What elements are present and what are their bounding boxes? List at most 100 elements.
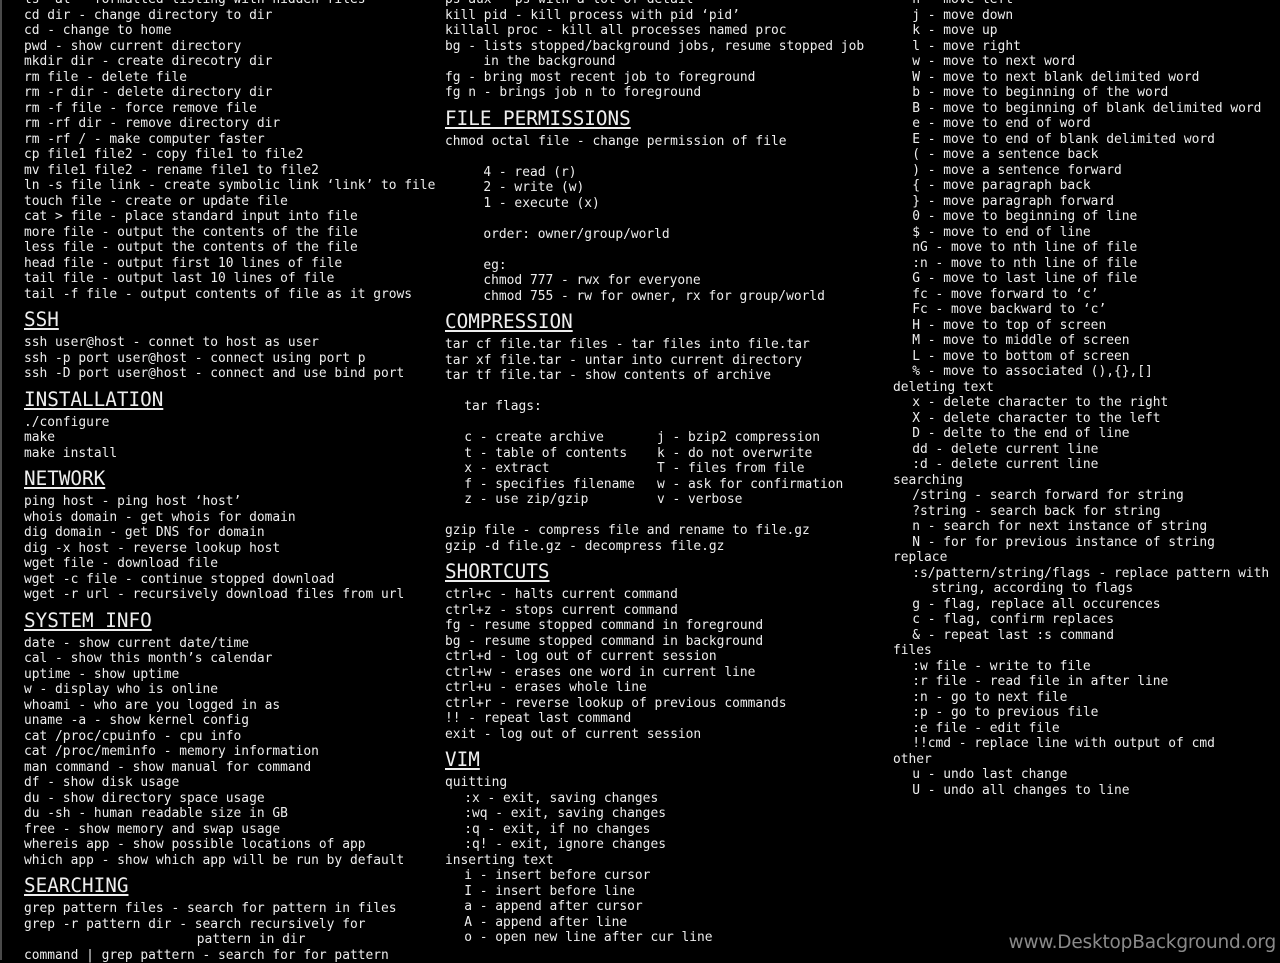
command-line: N - for for previous instance of string [893,535,1269,551]
command-line: bg - resume stopped command in backgroun… [445,634,864,650]
command-line: & - repeat last :s command [893,628,1269,644]
command-line: :p - go to previous file [893,705,1269,721]
command-line: grep -r pattern dir - search recursively… [24,917,435,933]
flag-entry: k - do not overwrite [657,446,812,462]
command-line: uname -a - show kernel config [24,713,435,729]
command-line: make [24,430,435,446]
command-line: ctrl+w - erases one word in current line [445,665,864,681]
command-line: A - append after line [445,915,864,931]
command-line: :e file - edit file [893,721,1269,737]
command-line: ln -s file link - create symbolic link ‘… [24,178,435,194]
command-line: :q - exit, if no changes [445,822,864,838]
command-line: ssh user@host - connet to host as user [24,335,435,351]
command-line: in the background [445,54,864,70]
command-line: E - move to end of blank delimited word [893,132,1269,148]
command-line: df - show disk usage [24,775,435,791]
command-line: rm -rf / - make computer faster [24,132,435,148]
command-line: chmod 755 - rw for owner, rx for group/w… [445,289,864,305]
command-line: pwd - show current directory [24,39,435,55]
watermark: www.DesktopBackground.org [1009,932,1276,953]
command-line: cat > file - place standard input into f… [24,209,435,225]
command-line: searching [893,473,1269,489]
command-line: chmod octal file - change permission of … [445,134,864,150]
command-line: wget -c file - continue stopped download [24,572,435,588]
flag-entry: w - ask for confirmation [657,477,843,493]
command-line: wget -r url - recursively download files… [24,587,435,603]
command-line: D - delte to the end of line [893,426,1269,442]
command-line: whois domain - get whois for domain [24,510,435,526]
command-line: fg - bring most recent job to foreground [445,70,864,86]
command-line: mkdir dir - create direcotry dir [24,54,435,70]
command-line: du - show directory space usage [24,791,435,807]
command-line: rm -r dir - delete directory dir [24,85,435,101]
command-line: exit - log out of current session [445,727,864,743]
command-line: } - move paragraph forward [893,194,1269,210]
command-line: head file - output first 10 lines of fil… [24,256,435,272]
command-line: :s/pattern/string/flags - replace patter… [893,566,1269,582]
command-line: W - move to next blank delimited word [893,70,1269,86]
flag-row: z - use zip/gzip v - verbose [445,492,864,508]
command-line: fc - move forward to ‘c’ [893,287,1269,303]
command-line: tail file - output last 10 lines of file [24,271,435,287]
command-line: ssh -p port user@host - connect using po… [24,351,435,367]
command-line: c - flag, confirm replaces [893,612,1269,628]
command-line: :w file - write to file [893,659,1269,675]
flag-row: x - extractT - files from file [445,461,864,477]
left-edge-border [0,0,2,960]
flag-entry: z - use zip/gzip [464,492,588,507]
command-line: less file - output the contents of the f… [24,240,435,256]
flag-entry: t - table of contents [464,446,627,461]
section-heading: FILE PERMISSIONS [445,101,864,134]
command-line: cat /proc/cpuinfo - cpu info [24,729,435,745]
blank-line [445,242,864,258]
section-heading: SSH [24,302,435,335]
command-line: rm file - delete file [24,70,435,86]
command-line: w - display who is online [24,682,435,698]
blank-line [445,415,864,431]
command-line: rm -f file - force remove file [24,101,435,117]
command-line: cd - change to home [24,23,435,39]
command-line: I - insert before line [445,884,864,900]
command-line: replace [893,550,1269,566]
command-line: ctrl+u - erases whole line [445,680,864,696]
command-line: H - move to top of screen [893,318,1269,334]
blank-line [445,508,864,524]
command-line: ls -al - formatted listing with hidden f… [24,0,435,8]
column-middle: ps aux - ps with a lot of detailkill pid… [445,0,864,946]
command-line: i - insert before cursor [445,868,864,884]
command-line: tar tf file.tar - show contents of archi… [445,368,864,384]
command-line: whereis app - show possible locations of… [24,837,435,853]
command-line: :d - delete current line [893,457,1269,473]
flag-row: f - specifies filename w - ask for confir… [445,477,864,493]
command-line: X - delete character to the left [893,411,1269,427]
command-line: M - move to middle of screen [893,333,1269,349]
command-line: :r file - read file in after line [893,674,1269,690]
command-line: h - move left [893,0,1269,8]
command-line: grep pattern files - search for pattern … [24,901,435,917]
command-line: files [893,643,1269,659]
command-line: more file - output the contents of the f… [24,225,435,241]
section-heading: VIM [445,742,864,775]
command-line: eg: [445,258,864,274]
command-line: fg - resume stopped command in foregroun… [445,618,864,634]
flag-row: t - table of contents k - do not overwrit… [445,446,864,462]
command-line: man command - show manual for command [24,760,435,776]
command-line: % - move to associated (),{},[] [893,364,1269,380]
command-line: killall proc - kill all processes named … [445,23,864,39]
command-line: uptime - show uptime [24,667,435,683]
command-line: other [893,752,1269,768]
flag-entry: v - verbose [657,492,742,508]
command-line: :n - move to nth line of file [893,256,1269,272]
command-line: tar flags: [445,399,864,415]
flag-entry: f - specifies filename [464,477,635,492]
column-right: h - move leftj - move downk - move upl -… [893,0,1269,798]
blank-line [445,149,864,165]
command-line: :n - go to next file [893,690,1269,706]
section-heading: COMPRESSION [445,304,864,337]
command-line: chmod 777 - rwx for everyone [445,273,864,289]
command-line: g - flag, replace all occurences [893,597,1269,613]
command-line: dig -x host - reverse lookup host [24,541,435,557]
command-line: rm -rf dir - remove directory dir [24,116,435,132]
command-line: !!cmd - replace line with output of cmd [893,736,1269,752]
flag-entry: c - create archive [464,430,604,445]
